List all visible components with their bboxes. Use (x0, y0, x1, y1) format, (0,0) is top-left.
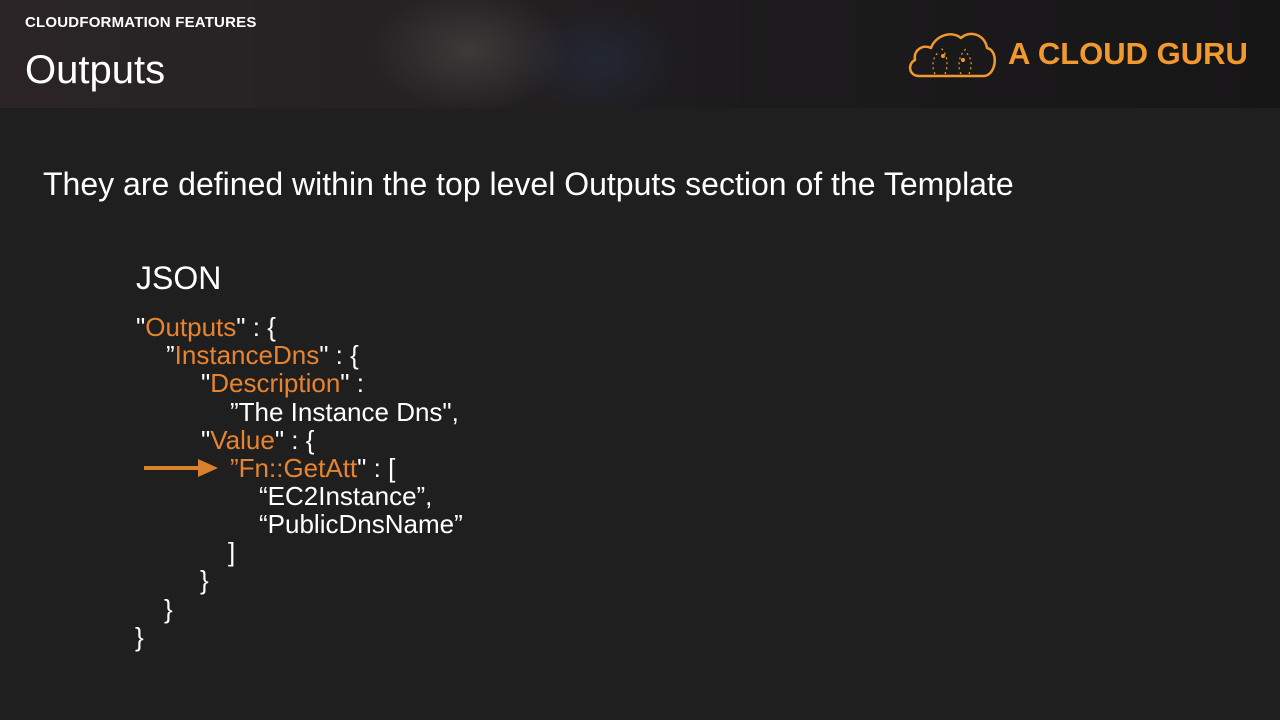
brand: A CLOUD GURU (905, 26, 1250, 82)
code-line: “EC2Instance”, (259, 481, 433, 511)
slide-title: Outputs (25, 48, 166, 92)
code-line: ”Fn::GetAtt" : [ (230, 453, 396, 483)
code-line: } (135, 622, 144, 652)
code-line: } (200, 565, 209, 595)
right-arrow-icon (144, 459, 218, 477)
code-line: ”InstanceDns" : { (166, 340, 359, 370)
json-heading: JSON (136, 260, 222, 296)
cloud-logo-icon (908, 32, 996, 78)
code-line: "Value" : { (201, 425, 315, 455)
code-line: "Description" : (201, 368, 364, 398)
json-key: InstanceDns (174, 340, 320, 370)
json-key: Outputs (145, 312, 237, 342)
json-key: Description (210, 368, 341, 398)
brand-name: A CLOUD GURU (1008, 36, 1248, 71)
code-line: "Outputs" : { (136, 312, 276, 342)
slide-subtitle: They are defined within the top level Ou… (43, 166, 1014, 202)
code-line: ”The Instance Dns", (230, 397, 459, 427)
json-key: Value (210, 425, 275, 455)
code-line: “PublicDnsName” (259, 509, 463, 539)
slide-header: CLOUDFORMATION FEATURES Outputs A CLOUD … (0, 0, 1280, 108)
code-line: ] (228, 537, 236, 567)
code-line: } (164, 594, 173, 624)
section-label: CLOUDFORMATION FEATURES (25, 14, 257, 31)
json-key: Fn::GetAtt (238, 453, 358, 483)
